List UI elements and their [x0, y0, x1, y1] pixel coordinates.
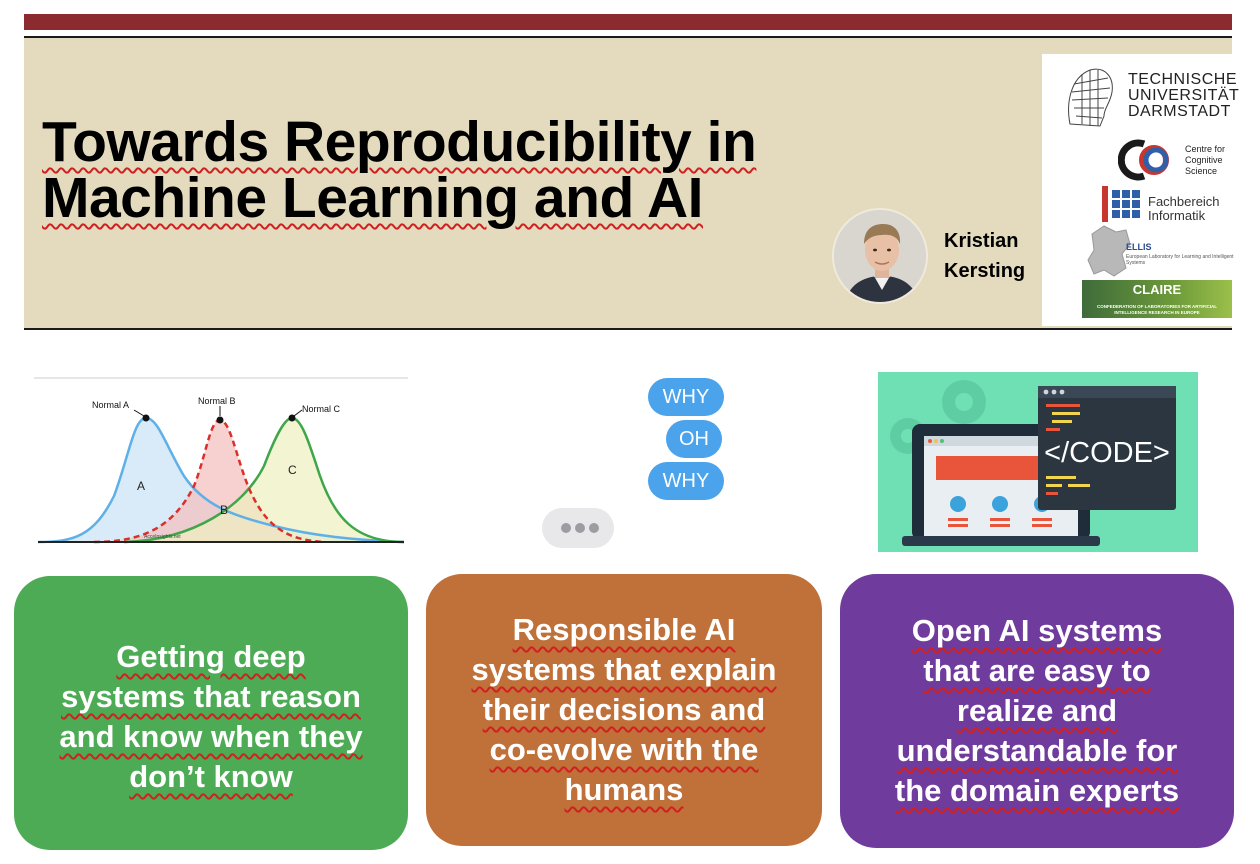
title-line-1-text: Towards Reproducibility in [42, 110, 757, 174]
laptop-base [902, 536, 1100, 546]
author-first-name: Kristian [944, 230, 1019, 252]
claire-title: CLAIRE [1132, 282, 1182, 297]
region-a-label: A [137, 479, 145, 493]
claire-subtitle: CONFEDERATION OF LABORATORIES FOR ARTIFI… [1096, 304, 1218, 315]
label-normal-a: Normal A [92, 400, 129, 410]
label-normal-c: Normal C [302, 404, 341, 414]
typing-indicator-bubble [542, 508, 614, 548]
code-laptop-illustration: </CODE> [878, 372, 1198, 552]
title-line-1: Towards Reproducibility in [42, 114, 942, 171]
person-portrait-icon [834, 210, 926, 302]
peak-b-marker [216, 416, 224, 424]
card-open-ai-systems: Open AI systems that are easy to realize… [840, 574, 1234, 848]
inf-line-2: Informatik [1148, 208, 1206, 223]
ellis-subtitle: European Laboratory for Learning and Int… [1126, 254, 1234, 266]
tu-darmstadt-logo-text: TECHNISCHE UNIVERSITÄT DARMSTADT [1128, 72, 1239, 120]
normal-distributions-illustration: Normal A Normal B Normal C A B C AcceIns… [34, 377, 408, 544]
top-accent-bar [24, 14, 1232, 30]
card-deep-systems: Getting deep systems that reason and kno… [14, 576, 408, 850]
region-c-label: C [288, 463, 297, 477]
ccs-line-3: Science [1185, 166, 1218, 176]
label-a-leader [133, 409, 145, 417]
card-1-line-1: Getting deep [116, 639, 306, 674]
card-3-line-5: the domain experts [894, 773, 1180, 808]
region-b-label: B [220, 503, 228, 517]
card-deep-systems-text: Getting deep systems that reason and kno… [31, 637, 391, 797]
slide-title: Towards Reproducibility in Machine Learn… [42, 114, 942, 227]
card-responsible-ai-text: Responsible AI systems that explain thei… [444, 610, 804, 810]
ccs-logo-text: Centre for Cognitive Science [1185, 144, 1225, 177]
ccs-line-2: Cognitive [1185, 155, 1223, 165]
chart-watermark: AcceInsights.net [144, 534, 181, 540]
informatik-logo-icon [1102, 186, 1140, 222]
card-3-line-1: Open AI systems [911, 613, 1163, 648]
card-responsible-ai: Responsible AI systems that explain thei… [426, 574, 822, 846]
card-3-line-3: realize and [956, 693, 1118, 728]
card-3-line-4: understandable for [896, 733, 1178, 768]
tu-line-2: UNIVERSITÄT [1128, 87, 1240, 104]
card-1-line-4: don’t know [129, 759, 293, 794]
title-line-2: Machine Learning and AI [42, 170, 942, 227]
claire-logo: CLAIRE CONFEDERATION OF LABORATORIES FOR… [1082, 280, 1232, 318]
card-2-line-2: systems that explain [471, 652, 777, 687]
chat-bubble-why-1: WHY [648, 378, 724, 416]
title-line-2-text: Machine Learning and AI [42, 166, 703, 230]
label-c-leader [293, 409, 303, 417]
card-1-line-3: and know when they [59, 719, 363, 754]
inf-line-1: Fachbereich [1148, 194, 1220, 209]
tu-line-1: TECHNISCHE [1128, 71, 1238, 88]
author-last-name: Kersting [944, 260, 1026, 282]
card-3-line-2: that are easy to [923, 653, 1151, 688]
card-2-line-3: their decisions and [482, 692, 766, 727]
card-2-line-5: humans [564, 772, 684, 807]
author-photo [832, 208, 928, 304]
tu-line-3: DARMSTADT [1128, 103, 1231, 120]
card-open-ai-systems-text: Open AI systems that are easy to realize… [857, 611, 1217, 811]
athena-head-icon [1068, 68, 1113, 127]
ellis-logo-text: ELLIS [1126, 242, 1152, 252]
code-label: </CODE> [1044, 437, 1170, 469]
chat-bubbles-illustration: WHY OH WHY [536, 376, 736, 556]
ccs-line-1: Centre for [1185, 144, 1226, 154]
label-normal-b: Normal B [198, 396, 236, 406]
ccs-logo-icon [1118, 139, 1169, 181]
card-1-line-2: systems that reason [61, 679, 361, 714]
informatik-logo-text: Fachbereich Informatik [1148, 195, 1220, 223]
card-2-line-4: co-evolve with the [489, 732, 759, 767]
typing-dots-icon [561, 523, 599, 533]
card-2-line-1: Responsible AI [512, 612, 736, 647]
institution-logos: TECHNISCHE UNIVERSITÄT DARMSTADT Centre … [1042, 54, 1239, 326]
chat-bubble-why-2: WHY [648, 462, 724, 500]
author-name: Kristian Kersting [944, 226, 1025, 286]
chat-bubble-oh: OH [666, 420, 722, 458]
